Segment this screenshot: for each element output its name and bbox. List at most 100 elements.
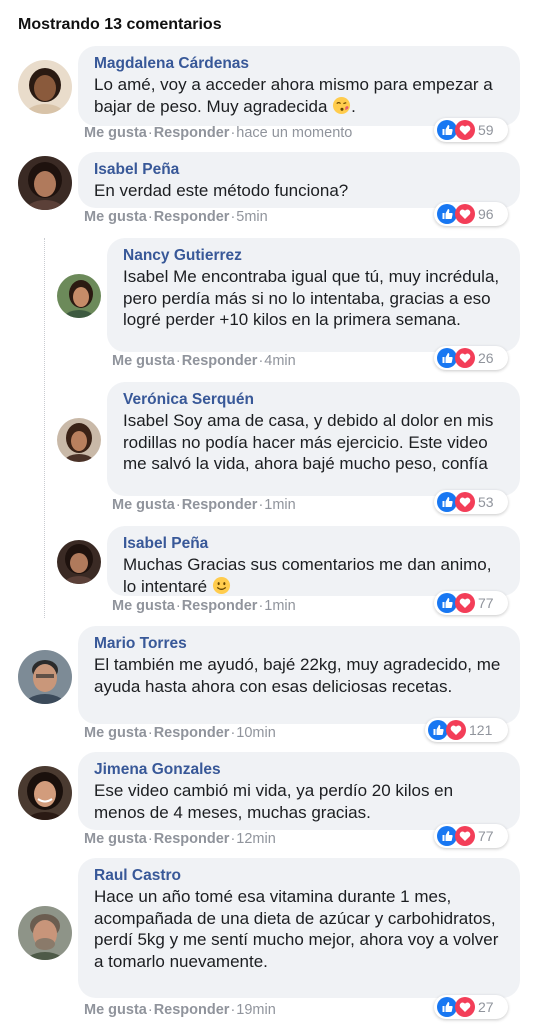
avatar[interactable] <box>18 650 72 704</box>
love-reaction-icon <box>455 997 475 1017</box>
reaction-count: 59 <box>478 122 494 138</box>
reaction-summary[interactable]: 26 <box>434 346 508 370</box>
reaction-summary[interactable]: 96 <box>434 202 508 226</box>
separator: · <box>147 209 153 225</box>
author-name[interactable]: Raul Castro <box>94 866 506 886</box>
smile-emoji-icon <box>212 576 231 595</box>
comment-actions: Me gusta·Responder·1min <box>112 496 296 514</box>
like-button[interactable]: Me gusta <box>112 497 175 513</box>
comment-actions: Me gusta·Responder·1min <box>112 597 296 615</box>
comment-text: El también me ayudó, bajé 22kg, muy agra… <box>94 655 501 696</box>
avatar[interactable] <box>18 60 72 114</box>
reply-button[interactable]: Responder <box>154 125 230 141</box>
like-reaction-icon <box>437 204 457 224</box>
like-button[interactable]: Me gusta <box>84 831 147 847</box>
reaction-count: 27 <box>478 999 494 1015</box>
like-reaction-icon <box>437 492 457 512</box>
separator: · <box>147 725 153 741</box>
comment-text: Isabel Soy ama de casa, y debido al dolo… <box>123 411 494 473</box>
like-button[interactable]: Me gusta <box>84 209 147 225</box>
avatar[interactable] <box>57 540 101 584</box>
like-button[interactable]: Me gusta <box>84 125 147 141</box>
comments-count-header: Mostrando 13 comentarios <box>18 16 222 33</box>
comment-bubble: Jimena Gonzales Ese video cambió mi vida… <box>78 752 520 830</box>
comment-bubble: Verónica Serquén Isabel Soy ama de casa,… <box>107 382 520 496</box>
like-button[interactable]: Me gusta <box>84 1002 147 1018</box>
comment-text: En verdad este método funciona? <box>94 181 349 200</box>
reaction-summary[interactable]: 53 <box>434 490 508 514</box>
like-reaction-icon <box>437 826 457 846</box>
comment-bubble: Mario Torres El también me ayudó, bajé 2… <box>78 626 520 724</box>
author-name[interactable]: Verónica Serquén <box>123 390 506 410</box>
separator: · <box>147 1002 153 1018</box>
author-name[interactable]: Nancy Gutierrez <box>123 246 506 266</box>
like-button[interactable]: Me gusta <box>84 725 147 741</box>
comment-text: Ese video cambió mi vida, ya perdío 20 k… <box>94 781 454 822</box>
love-reaction-icon <box>455 204 475 224</box>
like-reaction-icon <box>437 997 457 1017</box>
author-name[interactable]: Isabel Peña <box>123 534 506 554</box>
reply-button[interactable]: Responder <box>154 1002 230 1018</box>
avatar[interactable] <box>57 418 101 462</box>
like-button[interactable]: Me gusta <box>112 353 175 369</box>
comment-actions: Me gusta·Responder·10min <box>84 724 276 742</box>
comment-actions: Me gusta·Responder·hace un momento <box>84 124 352 142</box>
comment-bubble: Raul Castro Hace un año tomé esa vitamin… <box>78 858 520 998</box>
avatar[interactable] <box>18 906 72 960</box>
reaction-summary[interactable]: 77 <box>434 824 508 848</box>
timestamp[interactable]: 4min <box>264 353 295 369</box>
timestamp[interactable]: 5min <box>236 209 267 225</box>
reaction-count: 77 <box>478 828 494 844</box>
reaction-count: 26 <box>478 350 494 366</box>
author-name[interactable]: Isabel Peña <box>94 160 506 180</box>
reply-button[interactable]: Responder <box>182 353 258 369</box>
comment-body: Lo amé, voy a acceder ahora mismo para e… <box>94 75 493 116</box>
comment-actions: Me gusta·Responder·19min <box>84 1001 276 1019</box>
reaction-summary[interactable]: 121 <box>425 718 508 742</box>
kiss-emoji-icon <box>332 96 351 115</box>
comment-actions: Me gusta·Responder·5min <box>84 208 268 226</box>
love-reaction-icon <box>455 593 475 613</box>
like-reaction-icon <box>437 593 457 613</box>
separator: · <box>175 497 181 513</box>
author-name[interactable]: Magdalena Cárdenas <box>94 54 506 74</box>
love-reaction-icon <box>455 120 475 140</box>
separator: · <box>147 125 153 141</box>
comment-bubble: Magdalena Cárdenas Lo amé, voy a acceder… <box>78 46 520 126</box>
reaction-count: 96 <box>478 206 494 222</box>
timestamp[interactable]: 1min <box>264 598 295 614</box>
reply-button[interactable]: Responder <box>154 831 230 847</box>
love-reaction-icon <box>455 826 475 846</box>
timestamp[interactable]: 12min <box>236 831 276 847</box>
comment-actions: Me gusta·Responder·12min <box>84 830 276 848</box>
avatar[interactable] <box>57 274 101 318</box>
reply-button[interactable]: Responder <box>154 725 230 741</box>
timestamp[interactable]: 1min <box>264 497 295 513</box>
love-reaction-icon <box>446 720 466 740</box>
like-button[interactable]: Me gusta <box>112 598 175 614</box>
reaction-summary[interactable]: 77 <box>434 591 508 615</box>
love-reaction-icon <box>455 492 475 512</box>
reply-button[interactable]: Responder <box>182 497 258 513</box>
reaction-summary[interactable]: 59 <box>434 118 508 142</box>
author-name[interactable]: Mario Torres <box>94 634 506 654</box>
separator: · <box>175 598 181 614</box>
author-name[interactable]: Jimena Gonzales <box>94 760 506 780</box>
reply-button[interactable]: Responder <box>154 209 230 225</box>
comment-text: Isabel Me encontraba igual que tú, muy i… <box>123 267 500 329</box>
reaction-summary[interactable]: 27 <box>434 995 508 1019</box>
reply-button[interactable]: Responder <box>182 598 258 614</box>
separator: · <box>147 831 153 847</box>
timestamp[interactable]: 10min <box>236 725 276 741</box>
comment-text: Hace un año tomé esa vitamina durante 1 … <box>94 887 499 971</box>
love-reaction-icon <box>455 348 475 368</box>
reply-thread-line <box>44 238 45 618</box>
like-reaction-icon <box>437 120 457 140</box>
timestamp[interactable]: hace un momento <box>236 125 352 141</box>
comment-body: Muchas Gracias sus comentarios me dan an… <box>123 555 492 596</box>
avatar[interactable] <box>18 766 72 820</box>
reaction-count: 77 <box>478 595 494 611</box>
like-reaction-icon <box>428 720 448 740</box>
timestamp[interactable]: 19min <box>236 1002 276 1018</box>
avatar[interactable] <box>18 156 72 210</box>
